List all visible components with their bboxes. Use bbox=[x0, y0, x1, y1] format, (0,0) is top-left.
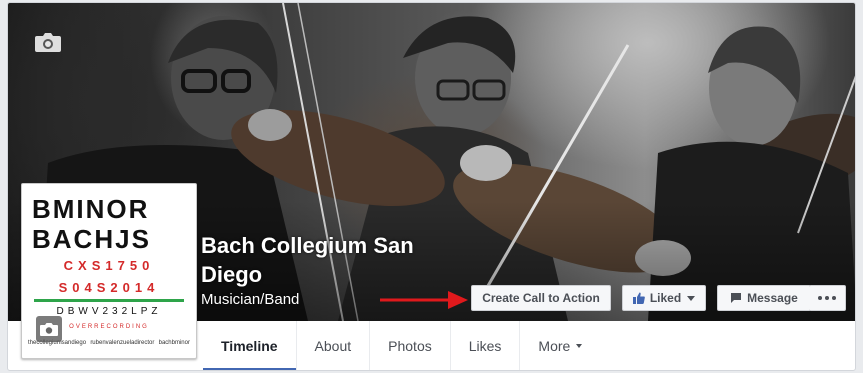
profile-picture[interactable]: BMINOR BACHJS CXS1750 S04S2014 DBWV232LP… bbox=[21, 183, 197, 359]
tab-label: About bbox=[314, 338, 352, 354]
camera-icon[interactable] bbox=[36, 316, 62, 342]
logo-line-3: CXS1750 bbox=[63, 258, 155, 273]
chevron-down-icon bbox=[576, 344, 583, 348]
page-category[interactable]: Musician/Band bbox=[201, 291, 299, 308]
create-call-to-action-label: Create Call to Action bbox=[482, 291, 600, 305]
create-call-to-action-button[interactable]: Create Call to Action bbox=[471, 285, 611, 311]
message-label: Message bbox=[747, 291, 798, 305]
tab-label: More bbox=[538, 338, 571, 354]
tab-about[interactable]: About bbox=[297, 321, 371, 370]
logo-line-2: BACHJS bbox=[32, 224, 151, 254]
logo-line-4: S04S2014 bbox=[58, 280, 160, 295]
profile-logo: BMINOR BACHJS CXS1750 S04S2014 DBWV232LP… bbox=[26, 188, 192, 354]
speech-bubble-icon bbox=[731, 293, 742, 303]
logo-green-rule bbox=[34, 299, 184, 302]
thumbs-up-icon bbox=[632, 292, 645, 304]
message-button[interactable]: Message bbox=[717, 285, 811, 311]
liked-label: Liked bbox=[649, 291, 682, 305]
tab-likes[interactable]: Likes bbox=[451, 321, 521, 370]
camera-icon[interactable] bbox=[34, 31, 62, 53]
more-options-button[interactable] bbox=[809, 285, 846, 311]
liked-button[interactable]: Liked bbox=[622, 285, 706, 311]
red-arrow-annotation bbox=[380, 291, 468, 309]
page-header: Bach Collegium San Diego Musician/Band C… bbox=[7, 2, 856, 371]
ellipsis-icon bbox=[818, 296, 836, 300]
tab-label: Photos bbox=[388, 338, 432, 354]
tab-label: Likes bbox=[468, 338, 502, 354]
tab-timeline[interactable]: Timeline bbox=[203, 321, 297, 370]
logo-line-1: BMINOR bbox=[32, 194, 150, 224]
page-tabs: Timeline About Photos Likes More bbox=[203, 321, 600, 370]
logo-footer-right: bachbminor bbox=[158, 340, 190, 346]
chevron-down-icon bbox=[687, 295, 696, 301]
page-title[interactable]: Bach Collegium San Diego bbox=[201, 231, 461, 289]
logo-footer-mid: rubenvalenzueladirector bbox=[90, 340, 155, 346]
tab-photos[interactable]: Photos bbox=[370, 321, 451, 370]
tab-more[interactable]: More bbox=[520, 321, 600, 370]
tab-label: Timeline bbox=[221, 338, 278, 354]
